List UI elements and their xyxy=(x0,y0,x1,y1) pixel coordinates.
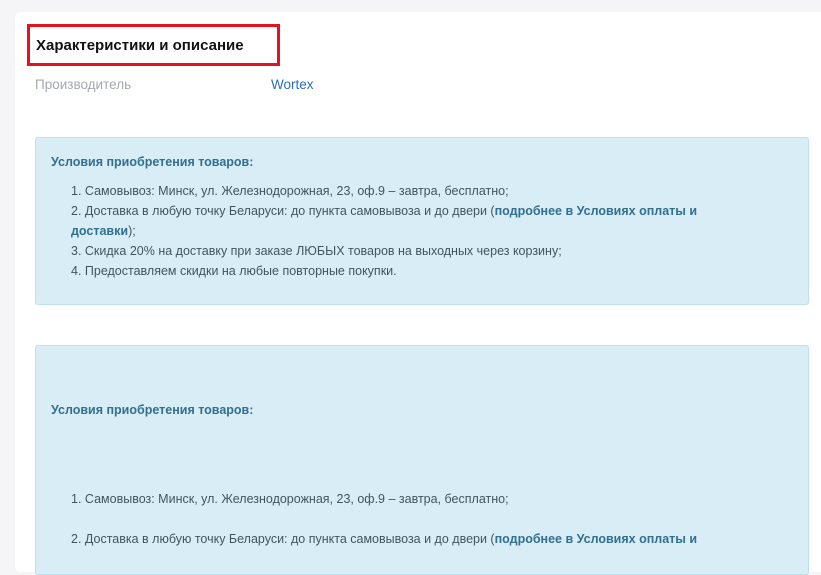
condition-item-discount: 3. Скидка 20% на доставку при заказе ЛЮБ… xyxy=(71,244,562,258)
condition-item-delivery-2: 2. Доставка в любую точку Беларуси: до п… xyxy=(71,529,761,549)
purchase-conditions-box-2: Условия приобретения товаров: 1. Самовыв… xyxy=(35,345,809,575)
conditions-heading: Условия приобретения товаров: xyxy=(51,155,254,169)
condition-item-delivery-text-2: 2. Доставка в любую точку Беларуси: до п… xyxy=(71,532,495,546)
delivery-terms-link-2[interactable]: подробнее в Условиях оплаты и xyxy=(495,532,698,546)
condition-item-pickup-2: 1. Самовывоз: Минск, ул. Железнодорожная… xyxy=(71,492,509,506)
condition-item-pickup: 1. Самовывоз: Минск, ул. Железнодорожная… xyxy=(71,184,509,198)
spec-label: Производитель xyxy=(35,77,132,92)
conditions-heading-2: Условия приобретения товаров: xyxy=(51,403,254,417)
condition-item-delivery-text: 2. Доставка в любую точку Беларуси: до п… xyxy=(71,204,495,218)
condition-item-delivery-end: ); xyxy=(128,224,136,238)
manufacturer-link[interactable]: Wortex xyxy=(271,77,314,92)
purchase-conditions-box: Условия приобретения товаров: 1. Самовыв… xyxy=(35,137,809,305)
conditions-list: 1. Самовывоз: Минск, ул. Железнодорожная… xyxy=(71,181,761,281)
condition-item-repeat: 4. Предоставляем скидки на любые повторн… xyxy=(71,264,397,278)
product-card: Характеристики и описание Производитель … xyxy=(15,12,821,575)
section-title-text: Характеристики и описание xyxy=(36,36,244,54)
section-title: Характеристики и описание xyxy=(27,24,280,66)
condition-item-delivery: 2. Доставка в любую точку Беларуси: до п… xyxy=(71,201,761,241)
